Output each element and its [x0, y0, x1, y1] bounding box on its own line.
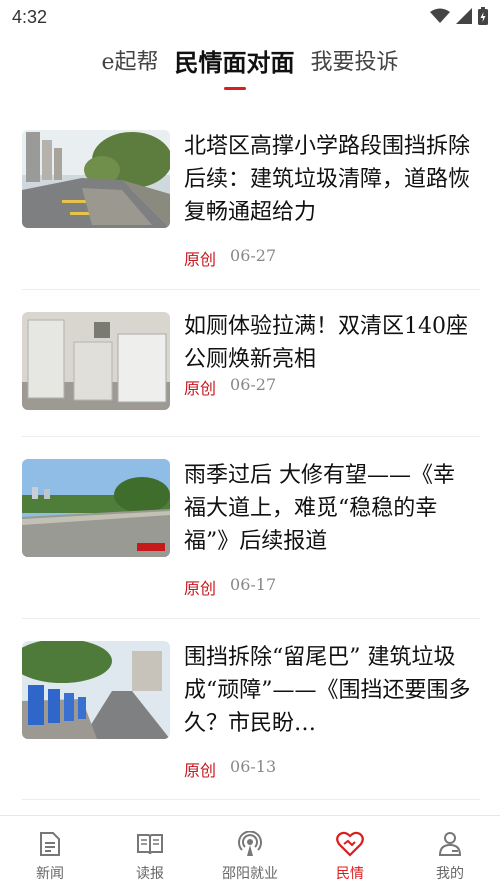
news-title: 围挡拆除“留尾巴” 建筑垃圾成“顽障”——《围挡还要围多久？市民盼…: [184, 645, 471, 736]
news-item[interactable]: 雨季过后 大修有望——《幸福大道上，难觅“稳稳的幸福”》后续报道 原创 06-1…: [22, 437, 480, 619]
news-item[interactable]: 北塔区高撑小学路段围挡拆除后续：建筑垃圾清障，道路恢复畅通超给力 原创 06-2…: [22, 110, 480, 290]
avenue-road-photo: [22, 459, 170, 557]
public-toilet-photo: [22, 312, 170, 410]
battery-icon: [478, 7, 488, 25]
street-road-photo: [22, 130, 170, 228]
nav-label: 读报: [136, 866, 164, 882]
tab-woyao-tousu[interactable]: 我要投诉: [311, 46, 399, 80]
construction-barrier-photo: [22, 641, 170, 739]
nav-label: 我的: [436, 866, 464, 882]
wifi-icon: [430, 8, 450, 23]
bottom-nav: 新闻 读报 邵阳就业 民情 我的: [0, 815, 500, 889]
top-tab-bar: e起帮 民情面对面 我要投诉: [0, 46, 500, 96]
original-tag: 原创: [184, 379, 217, 398]
original-tag: 原创: [184, 761, 217, 780]
signal-icon: [456, 8, 472, 24]
nav-label: 新闻: [36, 866, 64, 882]
nav-mine[interactable]: 我的: [400, 816, 500, 889]
tab-minqing-mianduimian[interactable]: 民情面对面: [174, 46, 295, 90]
status-icons: [430, 7, 488, 25]
news-meta: 原创 06-27: [184, 375, 276, 399]
nav-minqing[interactable]: 民情: [300, 816, 400, 889]
publish-date: 06-27: [230, 246, 277, 265]
broadcast-icon: [236, 830, 264, 858]
status-time: 4:32: [12, 7, 48, 27]
news-meta: 原创 06-27: [184, 246, 276, 270]
news-title: 北塔区高撑小学路段围挡拆除后续：建筑垃圾清障，道路恢复畅通超给力: [184, 134, 471, 225]
news-list: 北塔区高撑小学路段围挡拆除后续：建筑垃圾清障，道路恢复畅通超给力 原创 06-2…: [22, 110, 480, 800]
news-meta: 原创 06-17: [184, 575, 276, 599]
active-tab-indicator: [223, 87, 246, 90]
original-tag: 原创: [184, 579, 217, 598]
publish-date: 06-13: [230, 757, 277, 776]
nav-label: 邵阳就业: [222, 866, 278, 882]
news-meta: 原创 06-13: [184, 757, 276, 781]
news-item[interactable]: 如厕体验拉满！双清区140座公厕焕新亮相 原创 06-27: [22, 290, 480, 437]
person-icon: [436, 830, 464, 858]
original-tag: 原创: [184, 250, 217, 269]
nav-shaoyang-jobs[interactable]: 邵阳就业: [200, 816, 300, 889]
nav-label: 民情: [336, 866, 364, 882]
tab-e-qibang[interactable]: e起帮: [101, 46, 158, 80]
tab-label: 民情面对面: [174, 48, 295, 77]
nav-news[interactable]: 新闻: [0, 816, 100, 889]
nav-read-paper[interactable]: 读报: [100, 816, 200, 889]
news-item[interactable]: 围挡拆除“留尾巴” 建筑垃圾成“顽障”——《围挡还要围多久？市民盼… 原创 06…: [22, 619, 480, 800]
publish-date: 06-27: [230, 375, 277, 394]
open-book-icon: [136, 830, 164, 858]
heart-handshake-icon: [336, 830, 364, 858]
document-icon: [36, 830, 64, 858]
news-title: 如厕体验拉满！双清区140座公厕焕新亮相: [184, 314, 468, 372]
status-bar: 4:32: [0, 0, 500, 34]
news-title: 雨季过后 大修有望——《幸福大道上，难觅“稳稳的幸福”》后续报道: [184, 463, 455, 554]
publish-date: 06-17: [230, 575, 277, 594]
